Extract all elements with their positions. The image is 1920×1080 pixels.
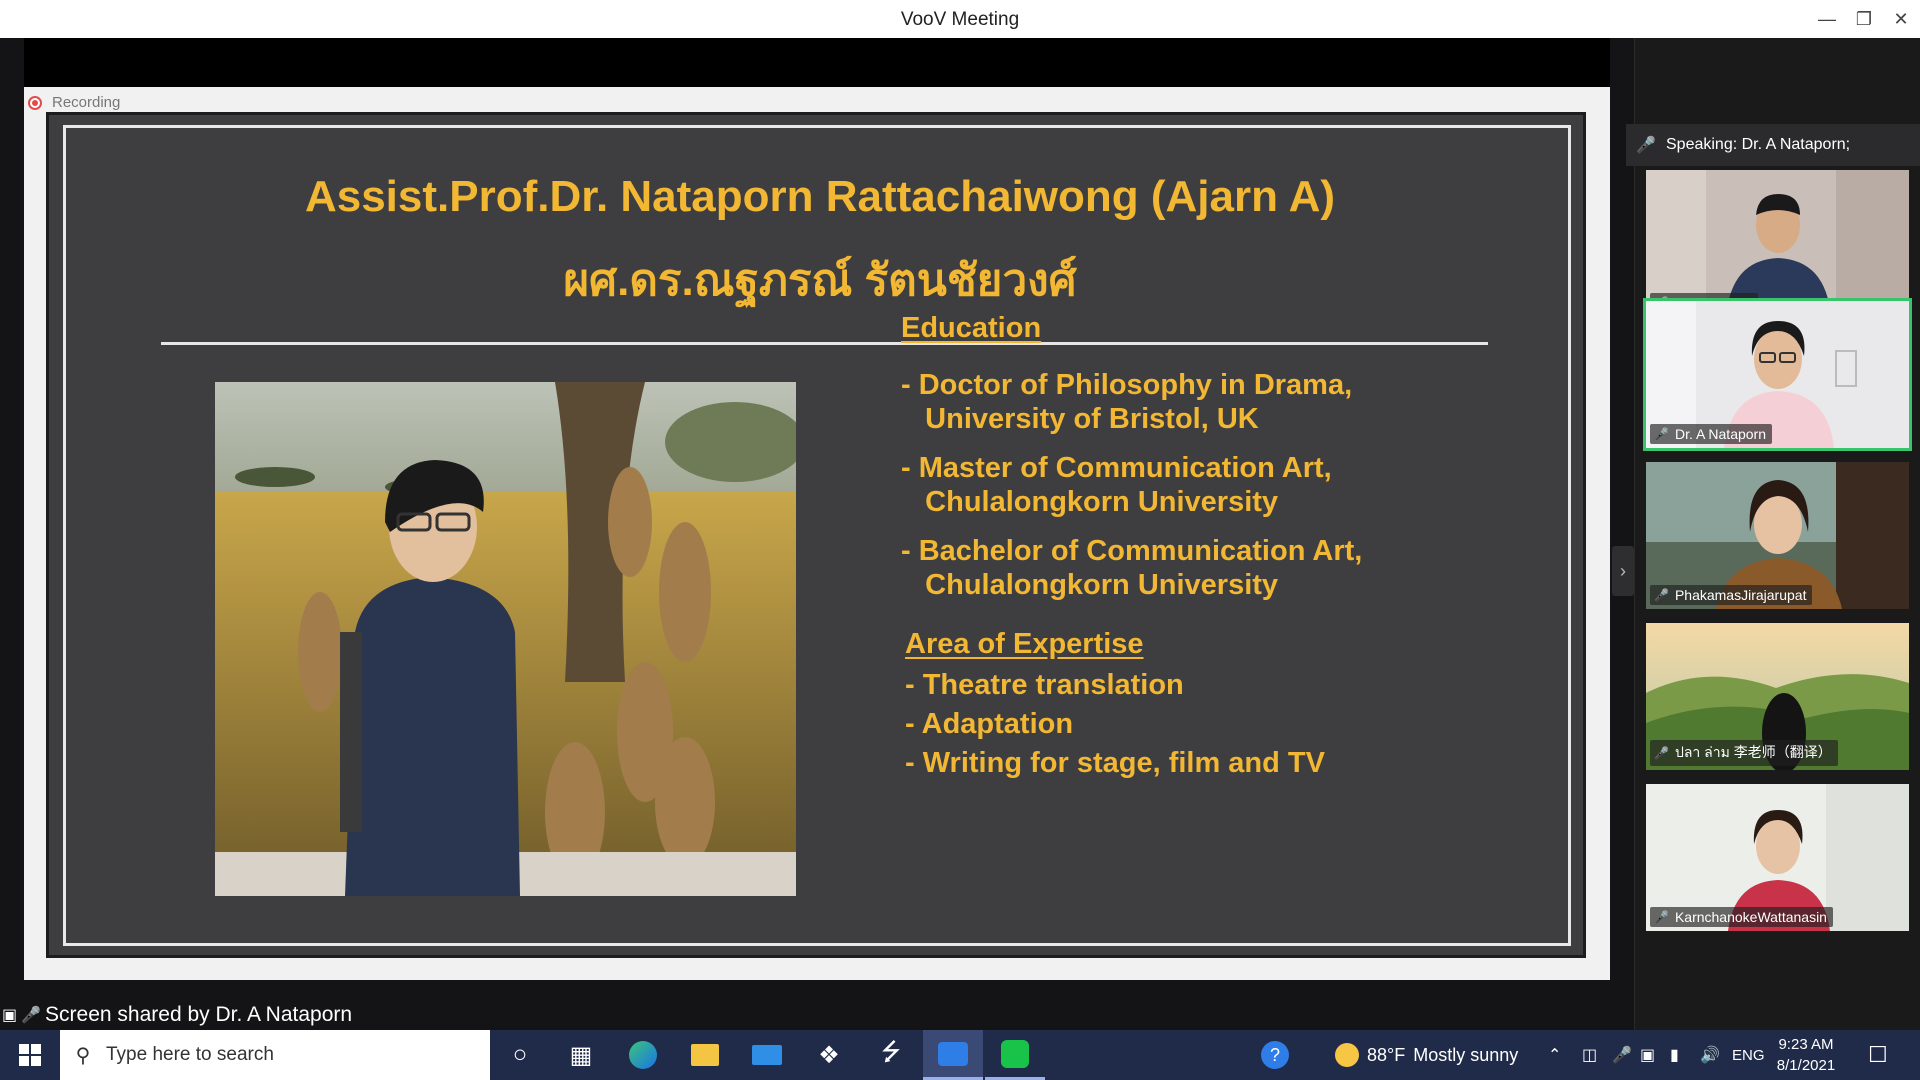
- speaking-indicator: 🎤 Speaking: Dr. A Nataporn;: [1626, 124, 1920, 166]
- weather-condition: Mostly sunny: [1413, 1044, 1519, 1065]
- education-heading: Education: [901, 312, 1042, 344]
- chevron-up-icon[interactable]: ⌃: [1548, 1030, 1561, 1080]
- participant-name-tag: 🎤 ปลา ล่าม 李老师（翻译）: [1650, 740, 1838, 766]
- expertise-item: - Theatre translation: [905, 669, 1184, 701]
- participant-name: Dr. A Nataporn: [1674, 426, 1767, 442]
- record-icon: [28, 95, 42, 110]
- education-item: - Bachelor of Communication Art, Chulalo…: [901, 535, 1363, 601]
- line-app-icon[interactable]: [985, 1030, 1045, 1080]
- mic-tray-icon[interactable]: 🎤: [1612, 1030, 1632, 1080]
- search-icon: ⚲: [75, 1044, 91, 1067]
- system-clock[interactable]: 9:23 AM 8/1/2021: [1756, 1034, 1856, 1076]
- participant-tile[interactable]: 🎤 dejun huang: [1646, 170, 1909, 317]
- window-title: VooV Meeting: [900, 9, 1020, 30]
- collapse-panel-button[interactable]: ›: [1612, 546, 1634, 596]
- battery-icon[interactable]: ▮: [1670, 1030, 1679, 1080]
- slide-border: Assist.Prof.Dr. Nataporn Rattachaiwong (…: [63, 125, 1571, 946]
- participant-tile[interactable]: 🎤 ปลา ล่าม 李老师（翻译）: [1646, 623, 1909, 770]
- title-bar: VooV Meeting — ❐ ✕: [0, 0, 1920, 38]
- muted-mic-icon: 🎤: [1654, 588, 1669, 602]
- windows-taskbar: ⚲ Type here to search ○ ▦ ❖ ⭍ ? 88°F Mos…: [0, 1030, 1920, 1080]
- participant-name-tag: 🎤 PhakamasJirajarupat: [1650, 585, 1813, 605]
- volume-icon[interactable]: 🔊: [1700, 1030, 1720, 1080]
- weather-widget[interactable]: 88°F Mostly sunny: [1335, 1030, 1518, 1080]
- participant-tile-active[interactable]: 🎤 Dr. A Nataporn: [1643, 298, 1912, 451]
- file-explorer-icon[interactable]: [675, 1030, 735, 1080]
- share-top-band: [24, 38, 1610, 87]
- close-button[interactable]: ✕: [1886, 4, 1916, 34]
- expertise-item: - Adaptation: [905, 708, 1074, 740]
- windows-logo-icon: [19, 1044, 41, 1066]
- education-section: Education - Doctor of Philosophy in Dram…: [901, 128, 1581, 928]
- voov-meeting-icon[interactable]: [923, 1030, 983, 1080]
- app-bolt-icon[interactable]: ⭍: [861, 1030, 921, 1080]
- screen-share-icon: ▣: [2, 1007, 18, 1024]
- clock-date: 8/1/2021: [1776, 1057, 1836, 1074]
- edge-browser-icon[interactable]: [613, 1030, 673, 1080]
- recording-label: Recording: [52, 94, 121, 111]
- meeting-tray-icon[interactable]: ◫: [1582, 1030, 1597, 1080]
- start-button[interactable]: [0, 1030, 60, 1080]
- minimize-button[interactable]: —: [1812, 4, 1842, 34]
- participant-name: PhakamasJirajarupat: [1674, 587, 1807, 603]
- help-icon[interactable]: ?: [1245, 1030, 1305, 1080]
- weather-temperature: 88°F: [1367, 1044, 1406, 1065]
- network-icon[interactable]: ▣: [1640, 1030, 1655, 1080]
- muted-mic-icon: 🎤: [1654, 910, 1669, 924]
- microphone-icon: 🎤: [21, 1007, 42, 1024]
- muted-mic-icon: 🎤: [1636, 137, 1656, 154]
- presentation-slide: Assist.Prof.Dr. Nataporn Rattachaiwong (…: [46, 112, 1586, 958]
- recording-indicator: Recording: [28, 94, 120, 111]
- dropbox-icon[interactable]: ❖: [799, 1030, 859, 1080]
- screen-share-text: Screen shared by Dr. A Nataporn: [45, 1003, 353, 1026]
- shared-screen-area: Recording Assist.Prof.Dr. Nataporn Ratta…: [0, 38, 1634, 1030]
- participant-tile[interactable]: 🎤 KarnchanokeWattanasin: [1646, 784, 1909, 931]
- participant-name-tag: 🎤 Dr. A Nataporn: [1650, 424, 1773, 444]
- search-placeholder: Type here to search: [106, 1044, 274, 1065]
- task-view-icon[interactable]: ▦: [551, 1030, 611, 1080]
- microphone-icon: 🎤: [1654, 746, 1669, 760]
- participant-name: ปลา ล่าม 李老师（翻译）: [1674, 744, 1832, 760]
- participant-name-tag: 🎤 KarnchanokeWattanasin: [1650, 907, 1833, 927]
- sun-icon: [1335, 1043, 1359, 1067]
- profile-photo: [215, 382, 796, 896]
- taskbar-search-box[interactable]: ⚲ Type here to search: [60, 1030, 490, 1080]
- clock-time: 9:23 AM: [1778, 1036, 1834, 1053]
- expertise-item: - Writing for stage, film and TV: [905, 747, 1325, 779]
- education-item: - Doctor of Philosophy in Drama, Univers…: [901, 369, 1353, 435]
- speaking-text: Speaking: Dr. A Nataporn;: [1666, 136, 1851, 153]
- participant-name: KarnchanokeWattanasin: [1674, 909, 1827, 925]
- screen-share-status: ▣ 🎤 Screen shared by Dr. A Nataporn: [0, 1000, 352, 1030]
- notification-icon[interactable]: ☐: [1868, 1030, 1888, 1080]
- restore-button[interactable]: ❐: [1849, 4, 1879, 34]
- microphone-icon: 🎤: [1654, 427, 1669, 441]
- education-item: - Master of Communication Art, Chulalong…: [901, 452, 1332, 518]
- cortana-icon[interactable]: ○: [490, 1030, 550, 1080]
- expertise-heading: Area of Expertise: [905, 628, 1144, 660]
- participant-tile[interactable]: 🎤 PhakamasJirajarupat: [1646, 462, 1909, 609]
- mail-icon[interactable]: [737, 1030, 797, 1080]
